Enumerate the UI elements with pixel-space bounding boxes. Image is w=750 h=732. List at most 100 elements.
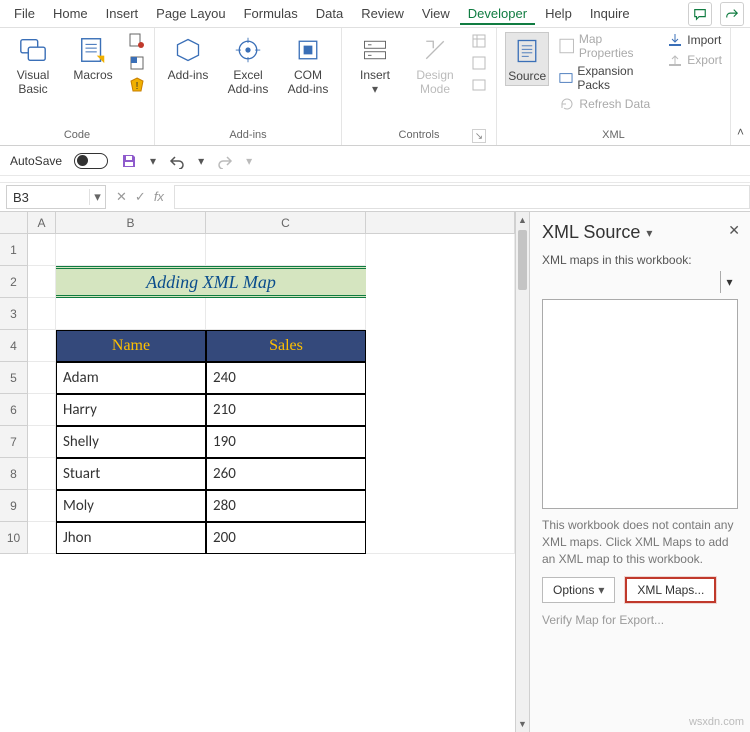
row-head[interactable]: 10 <box>0 522 28 554</box>
table-cell[interactable]: Shelly <box>56 426 206 458</box>
table-cell[interactable]: 190 <box>206 426 366 458</box>
menu-developer[interactable]: Developer <box>460 2 535 25</box>
undo-dropdown[interactable]: ▾ <box>198 154 204 168</box>
xml-source-button[interactable]: Source <box>505 32 549 86</box>
menu-home[interactable]: Home <box>45 2 96 25</box>
menu-page-layout[interactable]: Page Layou <box>148 2 233 25</box>
cancel-formula-icon[interactable]: ✕ <box>116 189 127 205</box>
ribbon: Visual Basic Macros ! Code <box>0 28 750 146</box>
run-dialog-button[interactable] <box>470 76 488 94</box>
menu-file[interactable]: File <box>6 2 43 25</box>
select-all-corner[interactable] <box>0 212 28 234</box>
row-head[interactable]: 3 <box>0 298 28 330</box>
collapse-ribbon-button[interactable]: ˄ <box>731 28 750 145</box>
addins-button[interactable]: Add-ins <box>163 32 213 84</box>
row-head[interactable]: 7 <box>0 426 28 458</box>
group-label-addins: Add-ins <box>163 127 333 145</box>
menu-formulas[interactable]: Formulas <box>236 2 306 25</box>
import-icon <box>667 32 683 48</box>
row-head[interactable]: 6 <box>0 394 28 426</box>
xml-maps-button[interactable]: XML Maps... <box>625 577 716 603</box>
svg-text:!: ! <box>136 81 139 92</box>
autosave-toggle[interactable] <box>74 153 108 169</box>
menu-inquire[interactable]: Inquire <box>582 2 638 25</box>
table-cell[interactable]: Stuart <box>56 458 206 490</box>
table-cell[interactable]: 280 <box>206 490 366 522</box>
visual-basic-button[interactable]: Visual Basic <box>8 32 58 98</box>
table-cell[interactable]: 200 <box>206 522 366 554</box>
header-name[interactable]: Name <box>56 330 206 362</box>
table-cell[interactable]: Jhon <box>56 522 206 554</box>
chevron-down-icon[interactable]: ▾ <box>89 189 105 205</box>
undo-button[interactable] <box>168 152 186 170</box>
row-head[interactable]: 2 <box>0 266 28 298</box>
xml-maps-select[interactable]: ▾ <box>542 271 738 293</box>
macros-button[interactable]: Macros <box>68 32 118 84</box>
row-head[interactable]: 4 <box>0 330 28 362</box>
share-icon[interactable] <box>720 2 744 26</box>
comments-icon[interactable] <box>688 2 712 26</box>
col-head-c[interactable]: C <box>206 212 366 234</box>
sheet-title[interactable]: Adding XML Map <box>56 266 366 298</box>
col-head-b[interactable]: B <box>56 212 206 234</box>
scroll-down-icon[interactable]: ▼ <box>516 716 529 732</box>
formula-input[interactable] <box>174 185 750 209</box>
menu-insert[interactable]: Insert <box>98 2 147 25</box>
redo-button[interactable] <box>216 152 234 170</box>
insert-control-button[interactable]: Insert ▾ <box>350 32 400 98</box>
name-box[interactable]: B3 ▾ <box>6 185 106 209</box>
verify-map-link[interactable]: Verify Map for Export... <box>542 613 738 627</box>
name-box-value: B3 <box>7 190 89 205</box>
table-cell[interactable]: Harry <box>56 394 206 426</box>
row-head[interactable]: 1 <box>0 234 28 266</box>
menu-help[interactable]: Help <box>537 2 580 25</box>
menu-data[interactable]: Data <box>308 2 351 25</box>
fx-icon[interactable]: fx <box>154 189 164 205</box>
redo-dropdown[interactable]: ▾ <box>246 154 252 168</box>
chevron-down-icon[interactable]: ▾ <box>720 271 738 293</box>
visual-basic-icon <box>17 34 49 66</box>
quick-access-toolbar: AutoSave ▾ ▾ ▾ <box>0 146 750 176</box>
save-button[interactable] <box>120 152 138 170</box>
enter-formula-icon[interactable]: ✓ <box>135 189 146 205</box>
autosave-label: AutoSave <box>10 154 62 168</box>
options-button[interactable]: Options▾ <box>542 577 615 603</box>
map-properties-button[interactable]: Map Properties <box>559 32 657 60</box>
chevron-down-icon[interactable]: ▾ <box>646 226 652 240</box>
dialog-launcher-icon[interactable]: ↘ <box>472 129 486 143</box>
import-button[interactable]: Import <box>667 32 722 48</box>
menu-view[interactable]: View <box>414 2 458 25</box>
row-head[interactable]: 8 <box>0 458 28 490</box>
menu-review[interactable]: Review <box>353 2 412 25</box>
table-cell[interactable]: 210 <box>206 394 366 426</box>
row-head[interactable]: 5 <box>0 362 28 394</box>
macro-security-button[interactable]: ! <box>128 76 146 94</box>
expansion-packs-button[interactable]: Expansion Packs <box>559 64 657 92</box>
view-code-button[interactable] <box>470 54 488 72</box>
addins-label: Add-ins <box>168 68 209 82</box>
refresh-data-button[interactable]: Refresh Data <box>559 96 657 112</box>
design-mode-button[interactable]: Design Mode <box>410 32 460 98</box>
record-macro-button[interactable] <box>128 32 146 50</box>
save-dropdown[interactable]: ▾ <box>150 154 156 168</box>
vertical-scrollbar[interactable]: ▲ ▼ <box>515 212 529 732</box>
properties-button[interactable] <box>470 32 488 50</box>
com-addins-button[interactable]: COM Add-ins <box>283 32 333 98</box>
close-icon[interactable]: ✕ <box>728 222 740 239</box>
row-head[interactable]: 9 <box>0 490 28 522</box>
scroll-thumb[interactable] <box>518 230 527 290</box>
formula-bar: B3 ▾ ✕ ✓ fx <box>0 182 750 212</box>
header-sales[interactable]: Sales <box>206 330 366 362</box>
table-cell[interactable]: Adam <box>56 362 206 394</box>
col-head-a[interactable]: A <box>28 212 56 234</box>
xml-map-list[interactable] <box>542 299 738 509</box>
table-cell[interactable]: Moly <box>56 490 206 522</box>
worksheet[interactable]: A B C 1 2 3 4 5 6 7 8 9 10 Adding XML Ma… <box>0 212 530 732</box>
col-head-blank[interactable] <box>366 212 515 234</box>
export-button[interactable]: Export <box>667 52 722 68</box>
excel-addins-button[interactable]: Excel Add-ins <box>223 32 273 98</box>
relative-references-button[interactable] <box>128 54 146 72</box>
scroll-up-icon[interactable]: ▲ <box>516 212 529 228</box>
table-cell[interactable]: 240 <box>206 362 366 394</box>
table-cell[interactable]: 260 <box>206 458 366 490</box>
